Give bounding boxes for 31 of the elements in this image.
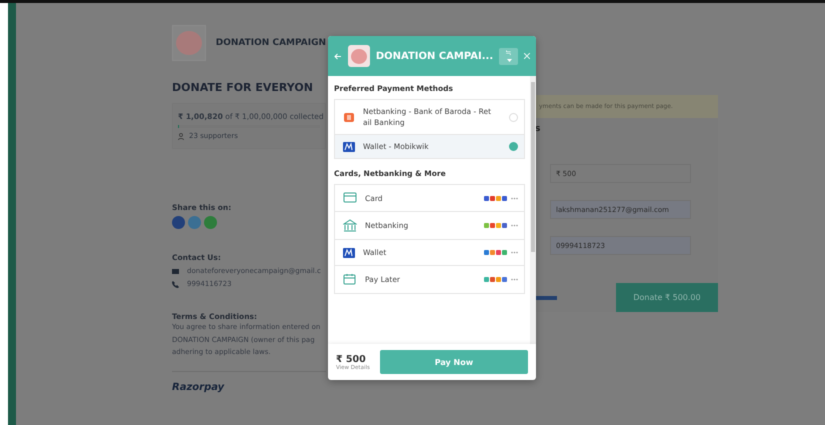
- card-icon: [343, 192, 357, 204]
- seal-icon: [350, 48, 367, 64]
- campaign-name: DONATION CAMPAIGN: [216, 38, 326, 48]
- wallet-icon: [343, 248, 355, 258]
- close-icon[interactable]: [524, 53, 530, 59]
- mail-icon: [172, 268, 179, 274]
- radio-button[interactable]: [509, 112, 518, 122]
- bank-logos-icon: [484, 222, 518, 229]
- facebook-icon[interactable]: [172, 216, 185, 229]
- brand-logo: Razorpay: [172, 382, 226, 392]
- phone-icon: [172, 280, 179, 288]
- back-icon[interactable]: [334, 52, 342, 60]
- pay-now-button[interactable]: Pay Now: [380, 350, 528, 374]
- seal-icon: [176, 31, 202, 55]
- bank-logos-icon: [484, 249, 518, 256]
- payment-badge-icon: [535, 296, 557, 300]
- bank-icon: [343, 219, 357, 232]
- bank-logos-icon: [484, 276, 518, 283]
- people-icon: [178, 132, 186, 140]
- caret-icon: [507, 58, 512, 62]
- wallet-icon: [343, 142, 355, 152]
- whatsapp-icon[interactable]: [204, 216, 217, 229]
- calendar-icon: [343, 273, 357, 286]
- twitter-icon[interactable]: [188, 216, 201, 229]
- bank-logos-icon: [484, 194, 518, 202]
- bank-icon: [343, 112, 355, 122]
- page-heading: DONATE FOR EVERYON: [172, 81, 314, 94]
- total-amount: ₹ 500: [336, 354, 367, 364]
- radio-button[interactable]: [509, 142, 518, 151]
- donate-button[interactable]: Donate ₹ 500.00: [616, 283, 718, 312]
- merchant-title: DONATION CAMPAI...: [376, 50, 494, 62]
